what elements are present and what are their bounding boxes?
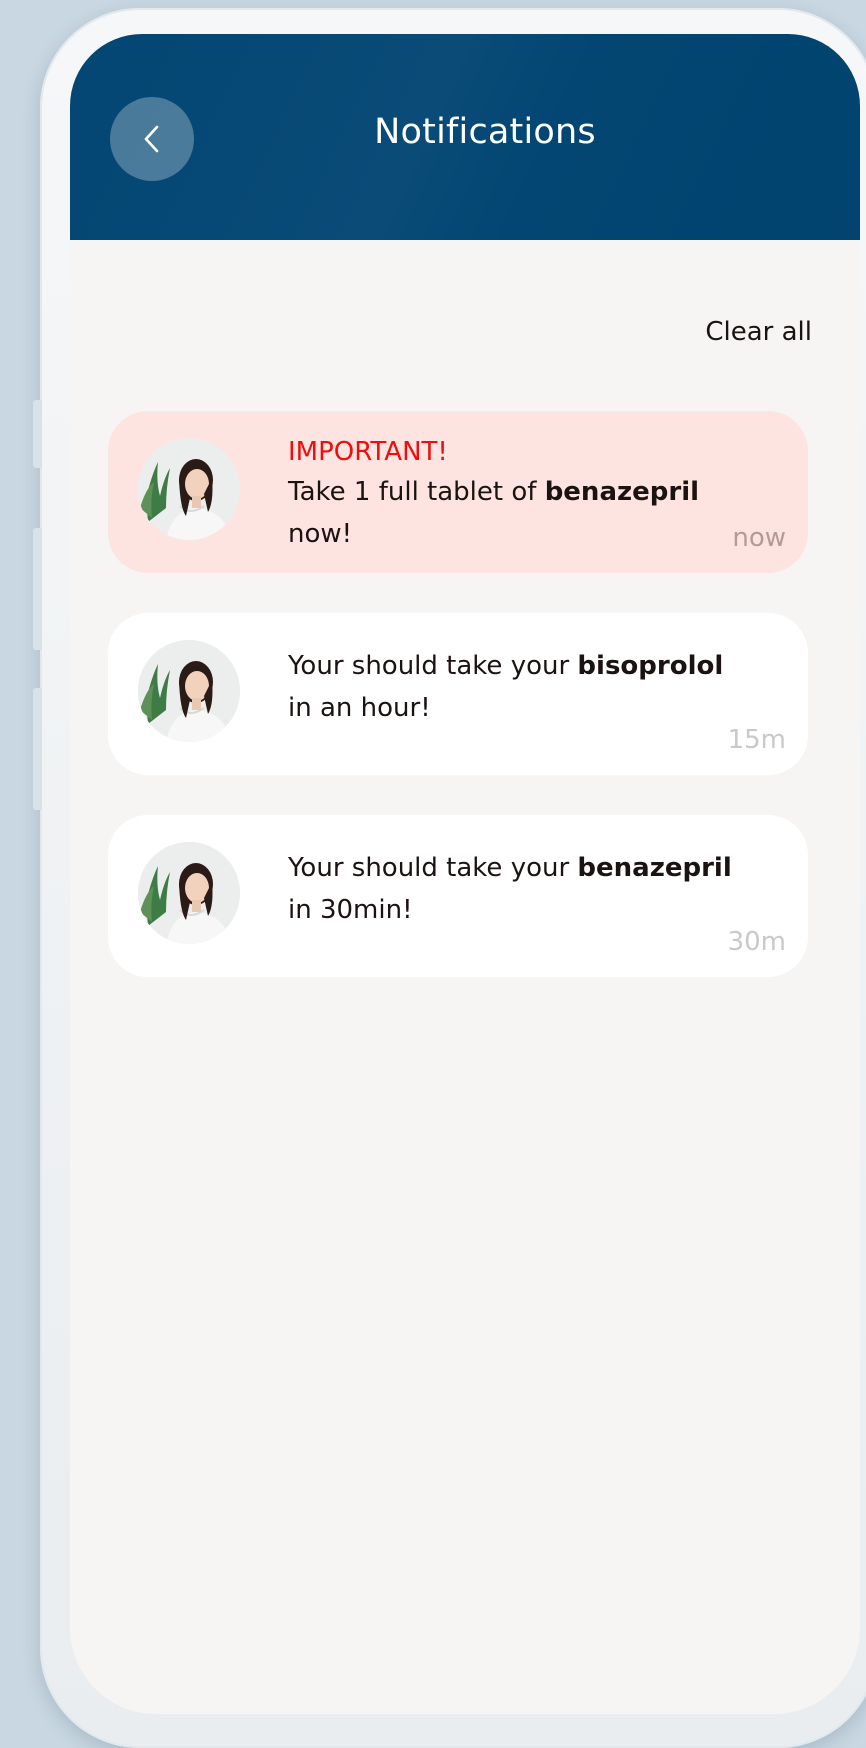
- notification-text: Your should take your benazepril in 30mi…: [288, 847, 788, 931]
- volume-up-button: [33, 528, 42, 650]
- avatar: [138, 438, 240, 540]
- medication-name: benazepril: [544, 477, 700, 507]
- notification-text-after: in an hour!: [288, 693, 431, 723]
- notification-text-before: Your should take your: [288, 853, 578, 883]
- notification-text-before: Your should take your: [288, 651, 578, 681]
- mute-switch: [33, 400, 42, 468]
- volume-down-button: [33, 688, 42, 810]
- notification-time: 30m: [727, 927, 786, 957]
- notification-text: Your should take your bisoprolol in an h…: [288, 645, 788, 729]
- notification-text-after: in 30min!: [288, 895, 413, 925]
- important-badge: IMPORTANT!: [288, 437, 448, 467]
- notification-text-after: now!: [288, 519, 353, 549]
- notification-text: IMPORTANT! Take 1 full tablet of benazep…: [288, 433, 788, 555]
- notification-time: now: [732, 523, 786, 553]
- page-title: Notifications: [374, 112, 596, 152]
- medication-name: benazepril: [577, 853, 732, 883]
- medication-name: bisoprolol: [577, 651, 724, 681]
- notification-card[interactable]: IMPORTANT! Take 1 full tablet of benazep…: [108, 411, 808, 573]
- app-header: Notifications: [70, 34, 860, 240]
- notification-card[interactable]: Your should take your bisoprolol in an h…: [108, 613, 808, 775]
- avatar: [138, 842, 240, 944]
- notification-text-before: Take 1 full tablet of: [288, 477, 545, 507]
- avatar: [138, 640, 240, 742]
- notification-card[interactable]: Your should take your benazepril in 30mi…: [108, 815, 808, 977]
- notification-time: 15m: [727, 725, 786, 755]
- phone-screen: Notifications Clear all IMPORTANT! Take …: [70, 34, 860, 1714]
- clear-all-button[interactable]: Clear all: [705, 317, 812, 347]
